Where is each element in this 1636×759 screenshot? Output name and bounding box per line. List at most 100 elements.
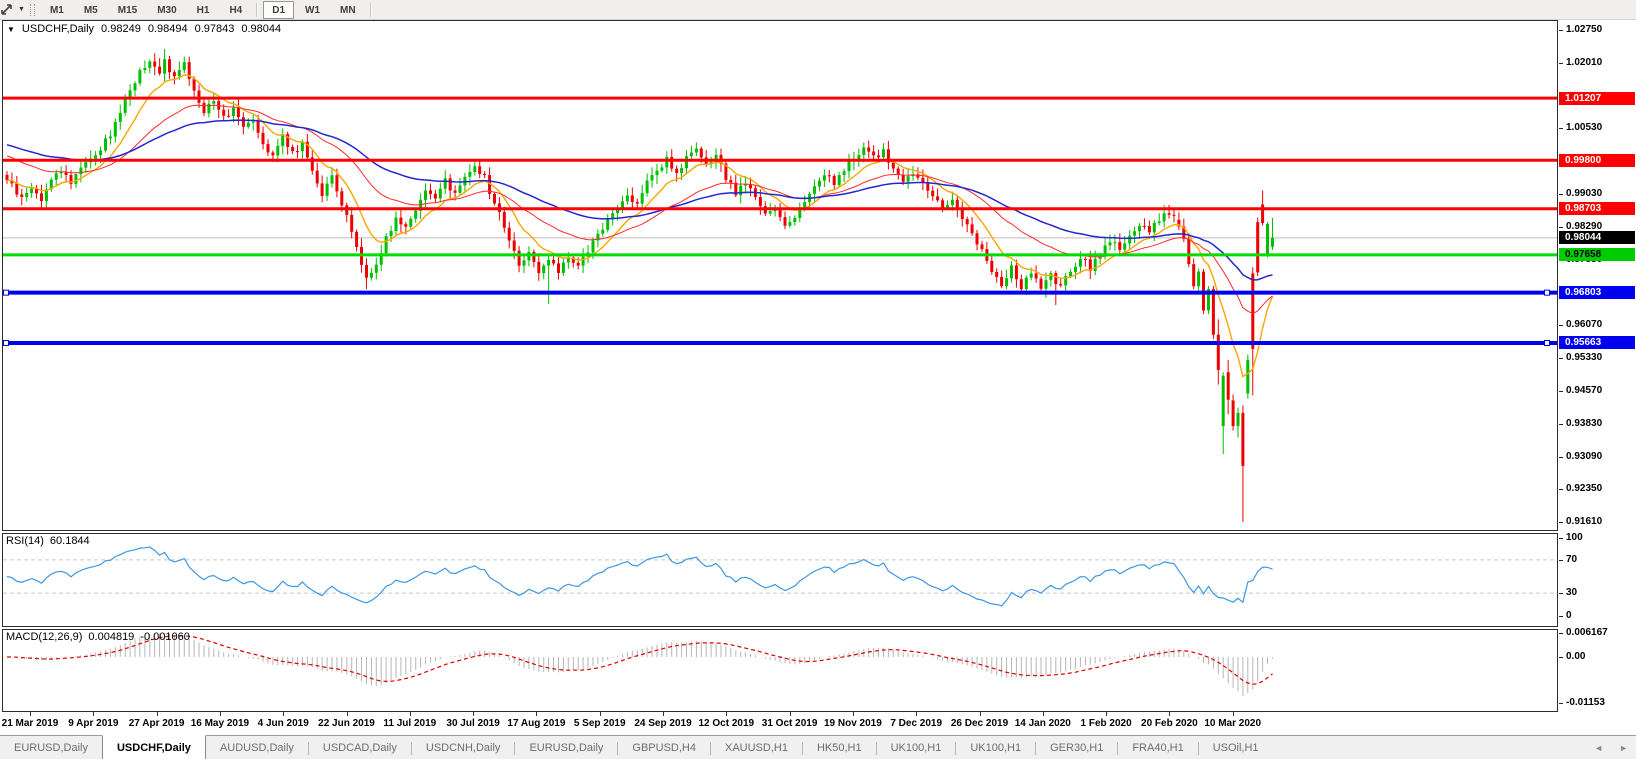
chart-tab-USDCAD-Daily[interactable]: USDCAD,Daily <box>309 736 411 759</box>
date-label: 10 Mar 2020 <box>1204 718 1262 729</box>
chart-tab-EURUSD-Daily[interactable]: EURUSD,Daily <box>0 736 102 759</box>
level-price-label: 0.95663 <box>1559 336 1635 350</box>
collapse-triangle-icon[interactable]: ▼ <box>7 25 15 34</box>
level-price-label: 1.01207 <box>1559 91 1635 105</box>
price-tick-label: 0.91610 <box>1559 516 1602 528</box>
macd-panel[interactable] <box>0 628 1559 714</box>
rsi-indicator-label: RSI(14) 60.1844 <box>6 535 90 547</box>
timeframe-button-M5[interactable]: M5 <box>75 1 107 19</box>
price-tick-label: 1.02010 <box>1559 57 1602 69</box>
line-drag-handle[interactable] <box>3 289 9 296</box>
line-drag-handle[interactable] <box>1544 289 1550 296</box>
date-tick <box>156 712 158 716</box>
toolbar-separator <box>256 2 259 17</box>
chart-tab-USOil-H1[interactable]: USOil,H1 <box>1199 736 1273 759</box>
current-price-label: 0.98044 <box>1559 231 1635 245</box>
rsi-axis-label: 70 <box>1559 554 1577 566</box>
toolbar-grip-handle[interactable] <box>29 3 35 16</box>
chart-tab-UK100-H1[interactable]: UK100,H1 <box>877 736 956 759</box>
date-tick <box>283 712 285 716</box>
date-tick <box>1106 712 1108 716</box>
date-tick <box>1232 712 1234 716</box>
timeframe-button-H4[interactable]: H4 <box>220 1 251 19</box>
timeframe-toolbar: ▼ M1 M5 M15 M30 H1 H4 D1 W1 MN <box>0 0 1636 20</box>
macd-panel-frame <box>2 629 1558 712</box>
line-drag-handle[interactable] <box>1544 339 1550 346</box>
price-tick-label: 0.96070 <box>1559 319 1602 331</box>
rsi-axis-label: 100 <box>1559 532 1583 544</box>
timeframe-button-W1[interactable]: W1 <box>296 1 329 19</box>
macd-indicator-label: MACD(12,26,9) 0.004819 -0.001060 <box>6 631 190 643</box>
chart-tab-GER30-H1[interactable]: GER30,H1 <box>1036 736 1117 759</box>
macd-axis-label: 0.006167 <box>1559 627 1608 639</box>
rsi-series <box>6 546 1273 607</box>
chevron-down-icon[interactable]: ▼ <box>18 6 25 13</box>
date-tick <box>663 712 664 716</box>
chart-tab-USDCHF-Daily[interactable]: USDCHF,Daily <box>101 735 206 759</box>
chart-cursor-icon[interactable] <box>1 2 18 17</box>
ohlc-close: 0.98044 <box>241 23 282 35</box>
macd-histogram <box>7 633 1273 697</box>
date-tick <box>536 712 538 716</box>
macd-axis-label: -0.01153 <box>1559 697 1605 709</box>
date-tick <box>30 712 31 716</box>
date-tick <box>93 712 95 716</box>
rsi-current-value: 60.1844 <box>49 535 90 547</box>
timeframe-button-D1[interactable]: D1 <box>263 0 295 19</box>
timeframe-button-M1[interactable]: M1 <box>41 1 73 19</box>
rsi-axis-label: 0 <box>1559 610 1572 622</box>
rsi-name: RSI(14) <box>6 535 44 547</box>
price-tick-label: 0.93830 <box>1559 418 1602 430</box>
date-tick <box>916 712 918 716</box>
candlestick-series <box>5 49 1274 522</box>
chart-tab-FRA40-H1[interactable]: FRA40,H1 <box>1118 736 1197 759</box>
tab-scroll-arrows: ◄ ► <box>1594 736 1636 759</box>
date-tick <box>1042 712 1044 716</box>
macd-main-value: 0.004819 <box>88 631 135 643</box>
chart-tab-HK50-H1[interactable]: HK50,H1 <box>803 736 876 759</box>
macd-axis-label: 0.00 <box>1559 651 1585 663</box>
chart-tab-EURUSD-Daily[interactable]: EURUSD,Daily <box>515 736 617 759</box>
date-tick <box>979 712 981 716</box>
chart-tab-USDCNH-Daily[interactable]: USDCNH,Daily <box>412 736 515 759</box>
timeframe-button-M15[interactable]: M15 <box>109 1 146 19</box>
ohlc-high: 0.98494 <box>147 23 188 35</box>
chart-title: ▼ USDCHF,Daily 0.98249 0.98494 0.97843 0… <box>7 23 281 35</box>
price-tick-label: 1.02750 <box>1559 24 1602 36</box>
tab-scroll-left-icon[interactable]: ◄ <box>1594 743 1603 753</box>
rsi-axis-label: 30 <box>1559 587 1577 599</box>
rsi-line <box>6 546 1273 607</box>
fast-ma-line <box>6 74 1274 378</box>
macd-signal-value: -0.001060 <box>140 631 190 643</box>
rsi-panel[interactable] <box>0 531 1559 628</box>
price-axis[interactable]: 1.027501.020101.005300.990300.982900.975… <box>1559 20 1636 714</box>
date-tick <box>789 712 791 716</box>
chart-tab-XAUUSD-H1[interactable]: XAUUSD,H1 <box>711 736 802 759</box>
tab-scroll-right-icon[interactable]: ► <box>1619 743 1628 753</box>
chart-tab-AUDUSD-Daily[interactable]: AUDUSD,Daily <box>206 736 308 759</box>
timeframe-button-H1[interactable]: H1 <box>188 1 219 19</box>
date-tick <box>1169 712 1171 716</box>
date-tick <box>726 712 728 716</box>
chart-tab-bar: EURUSD,Daily USDCHF,Daily AUDUSD,Daily USDC… <box>0 735 1636 759</box>
date-tick <box>473 712 475 716</box>
chart-symbol-label: USDCHF,Daily <box>21 23 95 35</box>
price-tick-label: 0.95330 <box>1559 352 1602 364</box>
date-tick <box>409 712 411 716</box>
line-drag-handle[interactable] <box>3 339 9 346</box>
macd-name: MACD(12,26,9) <box>6 631 83 643</box>
ohlc-open: 0.98249 <box>101 23 141 35</box>
date-axis[interactable]: 21 Mar 2019 9 Apr 2019 27 Apr 2019 16 May 2… <box>0 712 1559 735</box>
main-price-chart[interactable] <box>0 20 1559 531</box>
chart-cursor-icon-glyph <box>1 4 12 15</box>
date-tick <box>852 712 854 716</box>
price-tick-label: 1.00530 <box>1559 122 1602 134</box>
timeframe-button-MN[interactable]: MN <box>331 1 365 19</box>
price-tick-label: 0.99030 <box>1559 188 1602 200</box>
price-tick-label: 0.93090 <box>1559 451 1602 463</box>
chart-tab-GBPUSD-H4[interactable]: GBPUSD,H4 <box>618 736 710 759</box>
rsi-panel-frame <box>2 533 1558 627</box>
chart-tab-UK100-H1[interactable]: UK100,H1 <box>956 736 1035 759</box>
timeframe-button-M30[interactable]: M30 <box>148 1 185 19</box>
macd-signal-line <box>7 635 1273 685</box>
